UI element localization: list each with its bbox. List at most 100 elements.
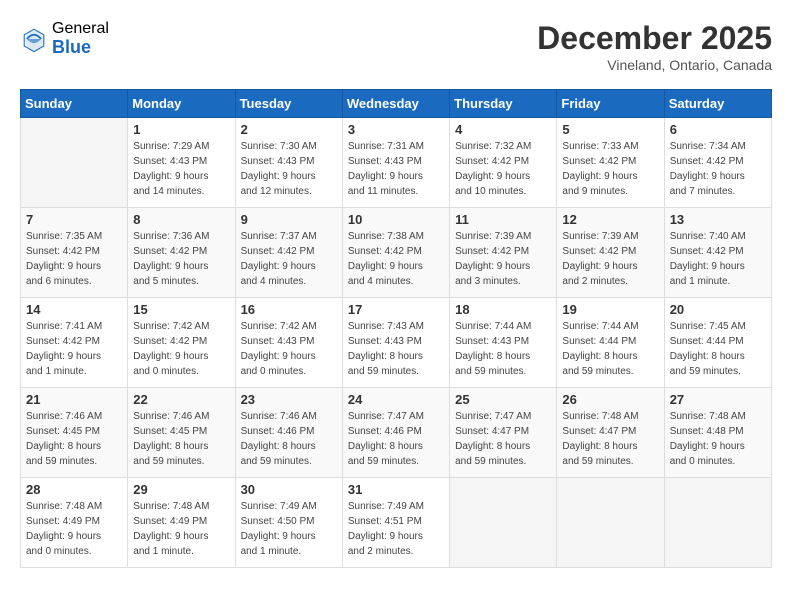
day-info: Sunrise: 7:43 AM Sunset: 4:43 PM Dayligh… [348, 319, 444, 379]
logo-blue: Blue [52, 38, 109, 58]
day-cell: 1 Sunrise: 7:29 AM Sunset: 4:43 PM Daylig… [128, 118, 235, 208]
day-cell: 29 Sunrise: 7:48 AM Sunset: 4:49 PM Dayli… [128, 478, 235, 568]
column-header-thursday: Thursday [450, 90, 557, 118]
day-info: Sunrise: 7:49 AM Sunset: 4:50 PM Dayligh… [241, 499, 337, 559]
title-block: December 2025 Vineland, Ontario, Canada [537, 20, 772, 73]
day-cell: 6 Sunrise: 7:34 AM Sunset: 4:42 PM Daylig… [664, 118, 771, 208]
day-cell: 23Sunrise: 7:46 AM Sunset: 4:46 PM Dayli… [235, 388, 342, 478]
day-number: 19 [562, 302, 658, 317]
day-number: 15 [133, 302, 229, 317]
day-info: Sunrise: 7:46 AM Sunset: 4:46 PM Dayligh… [241, 409, 337, 469]
day-cell: 18 Sunrise: 7:44 AM Sunset: 4:43 PM Dayli… [450, 298, 557, 388]
day-cell: 30 Sunrise: 7:49 AM Sunset: 4:50 PM Dayli… [235, 478, 342, 568]
day-info: Sunrise: 7:41 AM Sunset: 4:42 PM Dayligh… [26, 319, 122, 379]
day-info: Sunrise: 7:48 AM Sunset: 4:49 PM Dayligh… [26, 499, 122, 559]
calendar: SundayMondayTuesdayWednesdayThursdayFrid… [20, 89, 772, 568]
week-row-4: 21 Sunrise: 7:46 AM Sunset: 4:45 PM Dayli… [21, 388, 772, 478]
day-number: 18 [455, 302, 551, 317]
day-number: 4 [455, 122, 551, 137]
logo: General Blue [20, 20, 109, 57]
day-info: Sunrise: 7:42 AM Sunset: 4:42 PM Dayligh… [133, 319, 229, 379]
day-number: 8 [133, 212, 229, 227]
day-number: 7 [26, 212, 122, 227]
day-number: 9 [241, 212, 337, 227]
day-number: 20 [670, 302, 766, 317]
day-cell: 24Sunrise: 7:47 AM Sunset: 4:46 PM Dayli… [342, 388, 449, 478]
day-info: Sunrise: 7:39 AM Sunset: 4:42 PM Dayligh… [562, 229, 658, 289]
day-cell: 17 Sunrise: 7:43 AM Sunset: 4:43 PM Dayli… [342, 298, 449, 388]
column-header-wednesday: Wednesday [342, 90, 449, 118]
day-number: 29 [133, 482, 229, 497]
day-cell: 10 Sunrise: 7:38 AM Sunset: 4:42 PM Dayli… [342, 208, 449, 298]
day-number: 30 [241, 482, 337, 497]
day-info: Sunrise: 7:48 AM Sunset: 4:47 PM Dayligh… [562, 409, 658, 469]
day-number: 27 [670, 392, 766, 407]
column-header-monday: Monday [128, 90, 235, 118]
day-number: 2 [241, 122, 337, 137]
day-info: Sunrise: 7:38 AM Sunset: 4:42 PM Dayligh… [348, 229, 444, 289]
day-info: Sunrise: 7:29 AM Sunset: 4:43 PM Dayligh… [133, 139, 229, 199]
logo-general: General [52, 20, 109, 38]
day-cell: 16 Sunrise: 7:42 AM Sunset: 4:43 PM Dayli… [235, 298, 342, 388]
day-cell: 22 Sunrise: 7:46 AM Sunset: 4:45 PM Dayli… [128, 388, 235, 478]
day-info: Sunrise: 7:46 AM Sunset: 4:45 PM Dayligh… [133, 409, 229, 469]
day-cell: 4 Sunrise: 7:32 AM Sunset: 4:42 PM Daylig… [450, 118, 557, 208]
logo-text: General Blue [52, 20, 109, 57]
day-number: 24 [348, 392, 444, 407]
day-cell [557, 478, 664, 568]
day-info: Sunrise: 7:48 AM Sunset: 4:48 PM Dayligh… [670, 409, 766, 469]
day-info: Sunrise: 7:35 AM Sunset: 4:42 PM Dayligh… [26, 229, 122, 289]
day-info: Sunrise: 7:42 AM Sunset: 4:43 PM Dayligh… [241, 319, 337, 379]
location: Vineland, Ontario, Canada [537, 57, 772, 73]
header-row: SundayMondayTuesdayWednesdayThursdayFrid… [21, 90, 772, 118]
week-row-2: 7 Sunrise: 7:35 AM Sunset: 4:42 PM Daylig… [21, 208, 772, 298]
day-number: 3 [348, 122, 444, 137]
column-header-friday: Friday [557, 90, 664, 118]
day-cell: 31 Sunrise: 7:49 AM Sunset: 4:51 PM Dayli… [342, 478, 449, 568]
day-info: Sunrise: 7:34 AM Sunset: 4:42 PM Dayligh… [670, 139, 766, 199]
day-cell: 28Sunrise: 7:48 AM Sunset: 4:49 PM Dayli… [21, 478, 128, 568]
day-number: 21 [26, 392, 122, 407]
page-header: General Blue December 2025 Vineland, Ont… [20, 20, 772, 73]
day-info: Sunrise: 7:45 AM Sunset: 4:44 PM Dayligh… [670, 319, 766, 379]
logo-icon [20, 25, 48, 53]
day-number: 17 [348, 302, 444, 317]
day-cell [664, 478, 771, 568]
day-number: 25 [455, 392, 551, 407]
day-cell: 2 Sunrise: 7:30 AM Sunset: 4:43 PM Daylig… [235, 118, 342, 208]
day-number: 16 [241, 302, 337, 317]
day-number: 10 [348, 212, 444, 227]
day-number: 12 [562, 212, 658, 227]
day-cell: 19Sunrise: 7:44 AM Sunset: 4:44 PM Dayli… [557, 298, 664, 388]
day-info: Sunrise: 7:49 AM Sunset: 4:51 PM Dayligh… [348, 499, 444, 559]
day-number: 13 [670, 212, 766, 227]
month-title: December 2025 [537, 20, 772, 57]
day-cell: 20 Sunrise: 7:45 AM Sunset: 4:44 PM Dayli… [664, 298, 771, 388]
day-info: Sunrise: 7:48 AM Sunset: 4:49 PM Dayligh… [133, 499, 229, 559]
day-info: Sunrise: 7:32 AM Sunset: 4:42 PM Dayligh… [455, 139, 551, 199]
day-cell: 26 Sunrise: 7:48 AM Sunset: 4:47 PM Dayli… [557, 388, 664, 478]
day-number: 6 [670, 122, 766, 137]
column-header-saturday: Saturday [664, 90, 771, 118]
day-cell: 14Sunrise: 7:41 AM Sunset: 4:42 PM Dayli… [21, 298, 128, 388]
day-cell: 21 Sunrise: 7:46 AM Sunset: 4:45 PM Dayli… [21, 388, 128, 478]
day-number: 31 [348, 482, 444, 497]
day-number: 26 [562, 392, 658, 407]
day-info: Sunrise: 7:39 AM Sunset: 4:42 PM Dayligh… [455, 229, 551, 289]
day-number: 1 [133, 122, 229, 137]
day-info: Sunrise: 7:44 AM Sunset: 4:43 PM Dayligh… [455, 319, 551, 379]
day-cell: 8Sunrise: 7:36 AM Sunset: 4:42 PM Daylig… [128, 208, 235, 298]
day-cell: 3 Sunrise: 7:31 AM Sunset: 4:43 PM Daylig… [342, 118, 449, 208]
day-info: Sunrise: 7:46 AM Sunset: 4:45 PM Dayligh… [26, 409, 122, 469]
day-info: Sunrise: 7:31 AM Sunset: 4:43 PM Dayligh… [348, 139, 444, 199]
day-cell: 27 Sunrise: 7:48 AM Sunset: 4:48 PM Dayli… [664, 388, 771, 478]
day-number: 22 [133, 392, 229, 407]
week-row-3: 14Sunrise: 7:41 AM Sunset: 4:42 PM Dayli… [21, 298, 772, 388]
day-cell: 13Sunrise: 7:40 AM Sunset: 4:42 PM Dayli… [664, 208, 771, 298]
week-row-1: 1 Sunrise: 7:29 AM Sunset: 4:43 PM Daylig… [21, 118, 772, 208]
day-info: Sunrise: 7:30 AM Sunset: 4:43 PM Dayligh… [241, 139, 337, 199]
day-cell [21, 118, 128, 208]
day-info: Sunrise: 7:37 AM Sunset: 4:42 PM Dayligh… [241, 229, 337, 289]
week-row-5: 28Sunrise: 7:48 AM Sunset: 4:49 PM Dayli… [21, 478, 772, 568]
day-cell: 15 Sunrise: 7:42 AM Sunset: 4:42 PM Dayli… [128, 298, 235, 388]
